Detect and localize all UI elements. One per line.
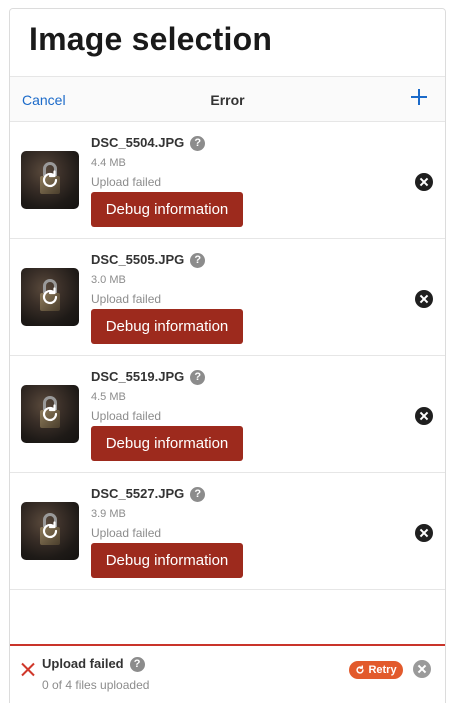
debug-information-button[interactable]: Debug information	[91, 309, 243, 344]
file-size: 4.5 MB	[91, 391, 126, 403]
list-item: DSC_5504.JPG? 4.4 MB Upload failed Debug…	[10, 122, 445, 239]
help-icon[interactable]: ?	[129, 657, 145, 673]
debug-information-button[interactable]: Debug information	[91, 192, 243, 227]
retry-label: Retry	[368, 664, 397, 676]
page-title: Image selection	[29, 21, 273, 57]
debug-information-button[interactable]: Debug information	[91, 543, 243, 578]
remove-file-icon[interactable]	[415, 407, 433, 425]
file-status: Upload failed	[91, 526, 162, 540]
file-name: DSC_5527.JPG?	[91, 486, 206, 503]
retry-icon[interactable]	[38, 402, 62, 426]
header: Image selection	[10, 9, 445, 76]
help-icon[interactable]: ?	[190, 487, 206, 503]
file-thumbnail	[21, 268, 79, 326]
file-name: DSC_5504.JPG?	[91, 135, 206, 152]
file-size: 3.0 MB	[91, 274, 126, 286]
file-size: 3.9 MB	[91, 508, 126, 520]
close-icon[interactable]	[413, 660, 431, 678]
remove-file-icon[interactable]	[415, 524, 433, 542]
list-item: DSC_5505.JPG? 3.0 MB Upload failed Debug…	[10, 239, 445, 356]
help-icon[interactable]: ?	[190, 253, 206, 269]
error-x-icon	[21, 662, 35, 676]
retry-icon[interactable]	[38, 285, 62, 309]
debug-information-button[interactable]: Debug information	[91, 426, 243, 461]
file-thumbnail	[21, 502, 79, 560]
file-size: 4.4 MB	[91, 157, 126, 169]
file-thumbnail	[21, 151, 79, 209]
retry-icon[interactable]	[38, 168, 62, 192]
help-icon[interactable]: ?	[190, 370, 206, 386]
retry-button[interactable]: Retry	[349, 661, 403, 679]
file-status: Upload failed	[91, 175, 162, 189]
help-icon[interactable]: ?	[190, 136, 206, 152]
file-thumbnail	[21, 385, 79, 443]
remove-file-icon[interactable]	[415, 173, 433, 191]
retry-icon[interactable]	[38, 519, 62, 543]
remove-file-icon[interactable]	[415, 290, 433, 308]
topbar-title: Error	[210, 92, 245, 108]
top-bar: Cancel Error	[10, 76, 445, 122]
file-name: DSC_5519.JPG?	[91, 369, 206, 386]
file-status: Upload failed	[91, 409, 162, 423]
file-status: Upload failed	[91, 292, 162, 306]
status-title: Upload failed?	[42, 656, 145, 673]
status-subtitle: 0 of 4 files uploaded	[42, 678, 150, 692]
list-item: DSC_5527.JPG? 3.9 MB Upload failed Debug…	[10, 473, 445, 590]
file-name: DSC_5505.JPG?	[91, 252, 206, 269]
list-item: DSC_5519.JPG? 4.5 MB Upload failed Debug…	[10, 356, 445, 473]
image-selection-panel: Image selection Cancel Error DSC_5504.JP…	[9, 8, 446, 703]
retry-icon	[356, 665, 365, 674]
file-list: DSC_5504.JPG? 4.4 MB Upload failed Debug…	[10, 122, 445, 590]
plus-icon[interactable]	[407, 86, 431, 110]
upload-status-bar: Upload failed? 0 of 4 files uploaded Ret…	[10, 644, 445, 703]
